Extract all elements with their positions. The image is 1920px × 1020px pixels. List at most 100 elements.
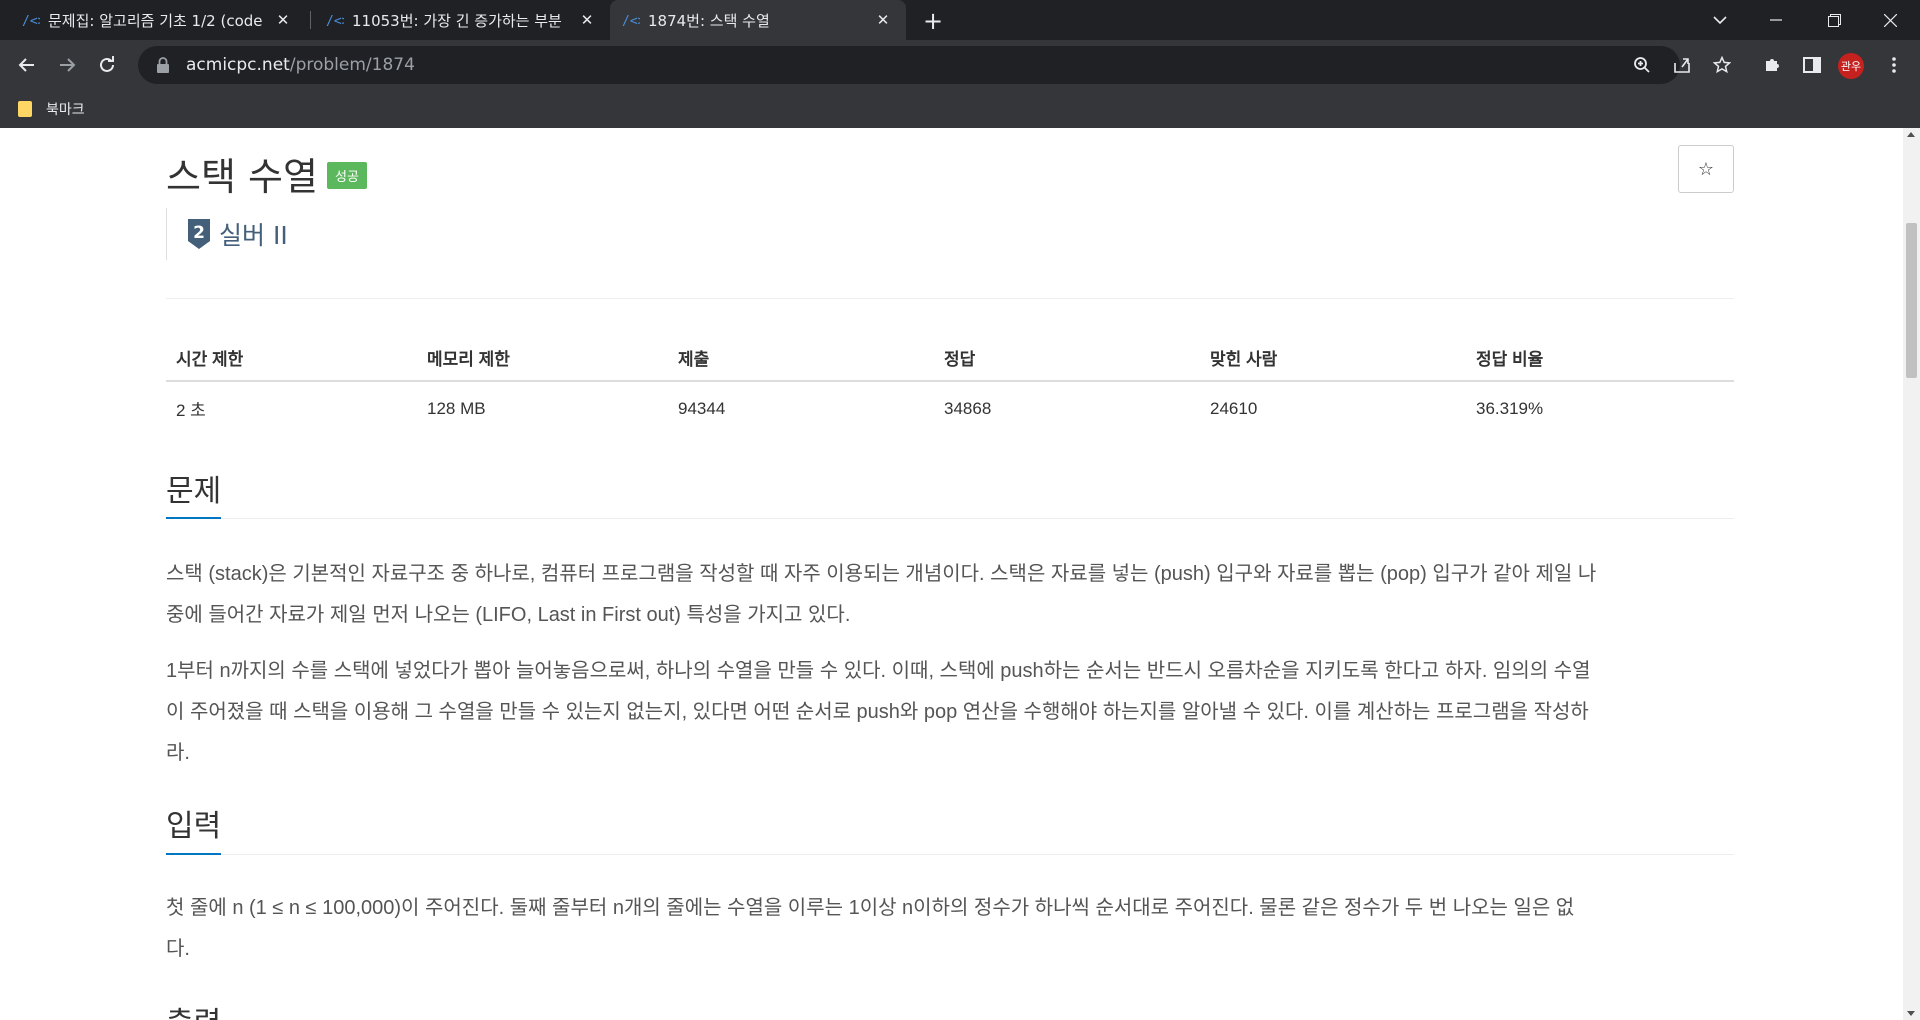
section-heading-problem: 문제 — [166, 474, 222, 509]
restore-button[interactable] — [1806, 0, 1862, 40]
bookmark-folder[interactable]: 북마크 — [18, 97, 85, 121]
header-memory-limit: 메모리 제한 — [417, 333, 668, 382]
extensions-button[interactable] — [1756, 49, 1788, 81]
header-submissions: 제출 — [668, 333, 934, 382]
reload-icon — [100, 56, 114, 72]
browser-toolbar: acmicpc.net/problem/1874 관우 — [0, 40, 1920, 90]
svg-text:/<>: /<> — [22, 14, 40, 29]
tab-strip: /<> 문제집: 알고리즘 기초 1/2 (code ✕ /<> 11053번:… — [0, 0, 1920, 40]
submissions-value: 94344 — [678, 398, 726, 418]
bookmark-star-button[interactable] — [1706, 49, 1738, 81]
forward-arrow-icon — [60, 58, 76, 72]
divider — [166, 298, 1734, 299]
tier-label: 실버 II — [219, 221, 288, 250]
bookmarks-bar: 북마크 — [0, 90, 1920, 128]
puzzle-icon — [1766, 59, 1779, 71]
page-viewport: 스택 수열 성공 ☆ 2 실버 II 시간 제한 메모리 제한 제출 정답 맞힌… — [0, 128, 1920, 1020]
minimize-icon — [1770, 19, 1782, 21]
header-solvers: 맞힌 사람 — [1200, 333, 1466, 382]
tab-title: 1874번: 스택 수열 — [648, 11, 770, 30]
tab-title: 문제집: 알고리즘 기초 1/2 (code — [48, 11, 263, 30]
problem-info-table: 시간 제한 메모리 제한 제출 정답 맞힌 사람 정답 비율 2 초 128 M… — [166, 333, 1734, 435]
table-header-row: 시간 제한 메모리 제한 제출 정답 맞힌 사람 정답 비율 — [166, 333, 1734, 382]
tier-info: 2 실버 II — [166, 208, 766, 260]
section-heading-output: 출력 — [166, 998, 221, 1020]
share-icon — [1674, 58, 1690, 73]
status-badge: 성공 — [327, 162, 367, 189]
tab-problem-11053[interactable]: /<> 11053번: 가장 긴 증가하는 부분 ✕ — [314, 0, 610, 40]
minimize-button[interactable] — [1748, 0, 1804, 40]
folder-icon — [18, 101, 32, 117]
chevron-down-icon — [1713, 16, 1727, 25]
text-line: 중에 들어간 자료가 제일 먼저 나오는 (LIFO, Last in Firs… — [166, 604, 851, 626]
time-limit-value: 2 초 — [176, 401, 206, 420]
close-window-button[interactable] — [1862, 0, 1918, 40]
tab-problem-1874[interactable]: /<> 1874번: 스택 수열 ✕ — [610, 0, 906, 40]
url-host: acmicpc.net — [186, 55, 290, 75]
header-ratio: 정답 비율 — [1466, 333, 1734, 382]
problem-title: 스택 수열 — [166, 155, 318, 199]
share-button[interactable] — [1666, 49, 1698, 81]
text-line: 다. — [166, 938, 190, 960]
zoom-icon — [1634, 57, 1650, 73]
zoom-button[interactable] — [1626, 49, 1658, 81]
side-panel-icon — [1803, 57, 1821, 73]
problem-description-p2: 1부터 n까지의 수를 스택에 넣었다가 뽑아 늘어놓음으로써, 하나의 수열을… — [166, 651, 1734, 774]
accepted-value: 34868 — [944, 398, 992, 418]
header-accepted: 정답 — [934, 333, 1200, 382]
back-button[interactable] — [11, 49, 43, 81]
section-accent-line — [166, 517, 221, 519]
back-arrow-icon — [18, 58, 34, 72]
forward-button[interactable] — [51, 49, 83, 81]
scroll-down-arrow-icon[interactable] — [1907, 1011, 1915, 1016]
close-tab-icon[interactable]: ✕ — [272, 9, 294, 31]
tab-title: 11053번: 가장 긴 증가하는 부분 — [352, 11, 562, 30]
side-panel-button[interactable] — [1796, 49, 1828, 81]
tab-workbook[interactable]: /<> 문제집: 알고리즘 기초 1/2 (code ✕ — [10, 0, 306, 40]
text-line: 1부터 n까지의 수를 스택에 넣었다가 뽑아 늘어놓음으로써, 하나의 수열을… — [166, 660, 1591, 682]
profile-avatar[interactable]: 관우 — [1838, 53, 1864, 79]
svg-text:/<>: /<> — [622, 14, 640, 29]
text-line: 이 주어졌을 때 스택을 이용해 그 수열을 만들 수 있는지 없는지, 있다면… — [166, 701, 1589, 723]
close-tab-icon[interactable]: ✕ — [872, 9, 894, 31]
memory-limit-value: 128 MB — [427, 398, 486, 418]
problem-description-p1: 스택 (stack)은 기본적인 자료구조 중 하나로, 컴퓨터 프로그램을 작… — [166, 554, 1734, 636]
kebab-menu-icon — [1892, 57, 1896, 73]
tab-divider — [310, 11, 311, 29]
section-heading-input: 입력 — [166, 809, 222, 844]
tier-number: 2 — [193, 223, 205, 243]
code-favicon-icon: /<> — [326, 14, 344, 29]
scrollbar-thumb[interactable] — [1906, 223, 1917, 378]
text-line: 스택 (stack)은 기본적인 자료구조 중 하나로, 컴퓨터 프로그램을 작… — [166, 563, 1597, 585]
ratio-value: 36.319% — [1476, 398, 1544, 418]
tier-silver-icon: 2 — [188, 219, 210, 249]
tab-search-button[interactable] — [1692, 0, 1748, 40]
star-icon: ☆ — [1697, 158, 1715, 180]
scroll-up-arrow-icon[interactable] — [1907, 132, 1915, 137]
header-time-limit: 시간 제한 — [166, 333, 417, 382]
close-tab-icon[interactable]: ✕ — [576, 9, 598, 31]
close-icon — [1883, 13, 1897, 27]
solvers-value: 24610 — [1210, 398, 1258, 418]
url-path: /problem/1874 — [289, 55, 415, 75]
section-rule — [166, 854, 1734, 855]
text-line: 첫 줄에 n (1 ≤ n ≤ 100,000)이 주어진다. 둘째 줄부터 n… — [166, 897, 1575, 919]
favorite-button[interactable]: ☆ — [1678, 145, 1734, 193]
address-bar[interactable]: acmicpc.net/problem/1874 — [138, 46, 1680, 84]
input-description: 첫 줄에 n (1 ≤ n ≤ 100,000)이 주어진다. 둘째 줄부터 n… — [166, 888, 1734, 970]
menu-button[interactable] — [1878, 49, 1910, 81]
lock-icon[interactable] — [156, 57, 170, 73]
page-scrollbar[interactable] — [1903, 128, 1920, 1020]
reload-button[interactable] — [91, 49, 123, 81]
code-favicon-icon: /<> — [22, 14, 40, 29]
new-tab-button[interactable]: + — [918, 6, 948, 36]
table-row: 2 초 128 MB 94344 34868 24610 36.319% — [166, 381, 1734, 435]
text-line: 라. — [166, 742, 190, 764]
bookmark-label: 북마크 — [46, 102, 85, 118]
svg-text:/<>: /<> — [326, 14, 344, 29]
star-outline-icon — [1713, 56, 1731, 74]
section-accent-line — [166, 853, 221, 855]
code-favicon-icon: /<> — [622, 14, 640, 29]
restore-icon — [1827, 13, 1841, 27]
section-rule — [166, 518, 1734, 519]
